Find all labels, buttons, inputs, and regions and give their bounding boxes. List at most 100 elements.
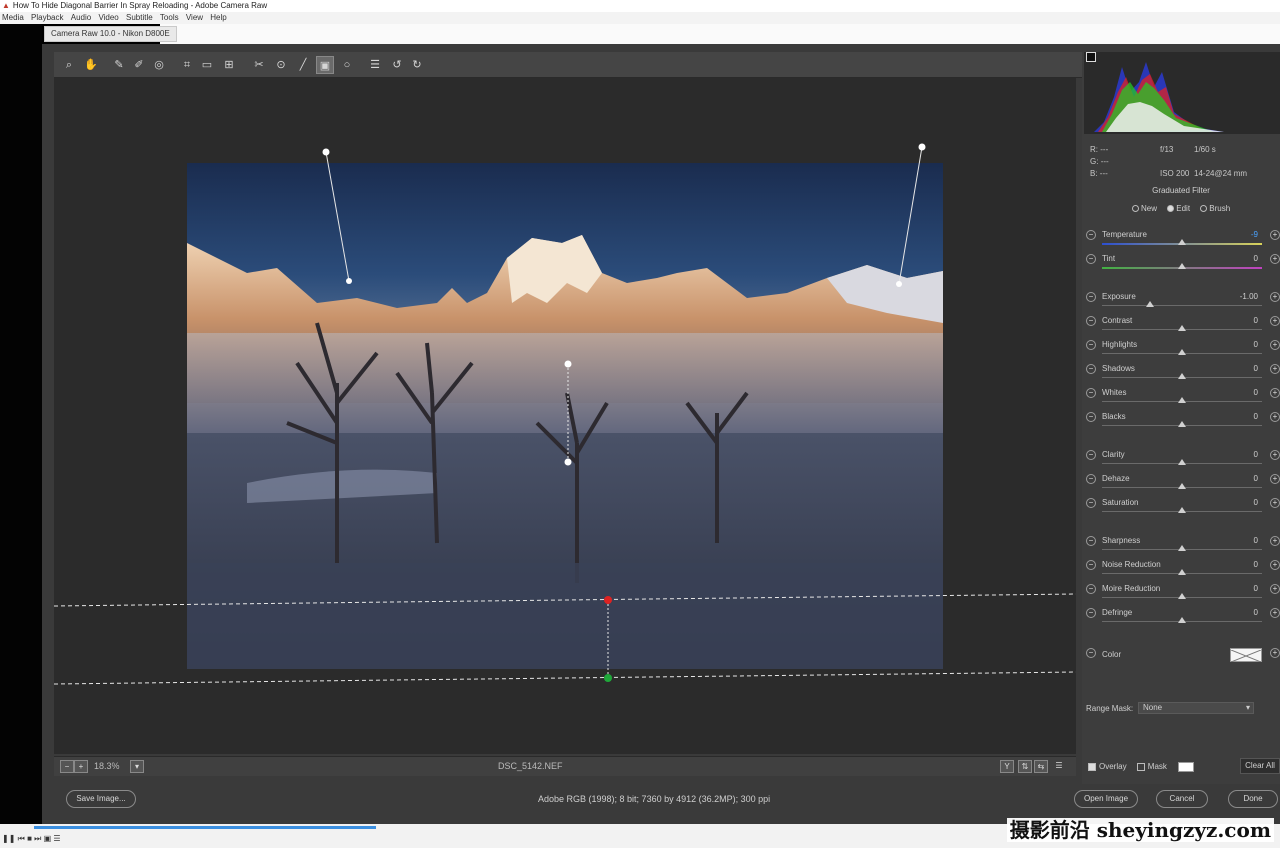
mode-brush[interactable]: Brush: [1200, 204, 1230, 213]
white-balance-tool-icon[interactable]: ✎: [110, 56, 128, 74]
slider-clarity[interactable]: − Clarity 0 +: [1082, 450, 1280, 474]
slider-tint[interactable]: − Tint 0 +: [1082, 254, 1280, 278]
preferences-icon[interactable]: ☰: [366, 56, 384, 74]
next-icon[interactable]: ⏭: [34, 834, 41, 843]
slider-defringe[interactable]: − Defringe 0 +: [1082, 608, 1280, 632]
mode-new[interactable]: New: [1132, 204, 1157, 213]
playlist-icon[interactable]: ☰: [53, 834, 60, 843]
decrease-icon[interactable]: −: [1086, 340, 1096, 350]
target-adjustment-tool-icon[interactable]: ◎: [150, 56, 168, 74]
slider-thumb[interactable]: [1178, 483, 1186, 489]
mask-checkbox[interactable]: Mask: [1136, 762, 1167, 771]
slider-value[interactable]: 0: [1218, 536, 1258, 545]
slider-temperature[interactable]: − Temperature -9 +: [1082, 230, 1280, 254]
zoom-tool-icon[interactable]: ⌕: [60, 56, 78, 74]
slider-thumb[interactable]: [1178, 239, 1186, 245]
previous-icon[interactable]: ⏮: [18, 834, 25, 843]
slider-thumb[interactable]: [1178, 397, 1186, 403]
shadow-clipping-icon[interactable]: [1086, 52, 1096, 62]
decrease-icon[interactable]: −: [1086, 254, 1096, 264]
decrease-icon[interactable]: −: [1086, 608, 1096, 618]
workflow-options-link[interactable]: Adobe RGB (1998); 8 bit; 7360 by 4912 (3…: [538, 794, 770, 804]
slider-thumb[interactable]: [1178, 507, 1186, 513]
increase-icon[interactable]: +: [1270, 498, 1280, 508]
slider-thumb[interactable]: [1178, 263, 1186, 269]
slider-sharpness[interactable]: − Sharpness 0 +: [1082, 536, 1280, 560]
slider-track[interactable]: [1102, 305, 1262, 306]
slider-blacks[interactable]: − Blacks 0 +: [1082, 412, 1280, 436]
zoom-dropdown-icon[interactable]: ▾: [130, 760, 144, 773]
slider-value[interactable]: 0: [1218, 340, 1258, 349]
clear-all-button[interactable]: Clear All: [1240, 758, 1280, 774]
slider-noise-reduction[interactable]: − Noise Reduction 0 +: [1082, 560, 1280, 584]
radial-filter-tool-icon[interactable]: ○: [338, 56, 356, 74]
crop-tool-icon[interactable]: ⌗: [178, 56, 196, 74]
increase-icon[interactable]: +: [1270, 230, 1280, 240]
slider-highlights[interactable]: − Highlights 0 +: [1082, 340, 1280, 364]
pause-icon[interactable]: ❚❚: [2, 834, 15, 843]
slider-thumb[interactable]: [1178, 569, 1186, 575]
slider-thumb[interactable]: [1178, 373, 1186, 379]
slider-whites[interactable]: − Whites 0 +: [1082, 388, 1280, 412]
slider-thumb[interactable]: [1178, 349, 1186, 355]
slider-value[interactable]: 0: [1218, 254, 1258, 263]
slider-value[interactable]: 0: [1218, 560, 1258, 569]
increase-icon[interactable]: +: [1270, 316, 1280, 326]
slider-thumb[interactable]: [1178, 593, 1186, 599]
menu-subtitle[interactable]: Subtitle: [126, 13, 153, 22]
stop-icon[interactable]: ■: [27, 834, 32, 843]
slider-exposure[interactable]: − Exposure -1.00 +: [1082, 292, 1280, 316]
decrease-icon[interactable]: −: [1086, 498, 1096, 508]
decrease-icon[interactable]: −: [1086, 560, 1096, 570]
increase-icon[interactable]: +: [1270, 450, 1280, 460]
copy-settings-button[interactable]: ⇆: [1034, 760, 1048, 773]
menu-help[interactable]: Help: [210, 13, 226, 22]
spot-removal-tool-icon[interactable]: ✂: [250, 56, 268, 74]
before-after-y-button[interactable]: Y: [1000, 760, 1014, 773]
mode-edit[interactable]: Edit: [1167, 204, 1190, 213]
rotate-right-icon[interactable]: ↻: [408, 56, 426, 74]
settings-menu-icon[interactable]: ☰: [1052, 760, 1066, 773]
decrease-icon[interactable]: −: [1086, 316, 1096, 326]
increase-icon[interactable]: +: [1270, 364, 1280, 374]
slider-shadows[interactable]: − Shadows 0 +: [1082, 364, 1280, 388]
before-after-toggle-button[interactable]: ⇅: [1018, 760, 1032, 773]
image-canvas[interactable]: [54, 78, 1076, 754]
slider-thumb[interactable]: [1178, 545, 1186, 551]
menu-video[interactable]: Video: [98, 13, 118, 22]
overlay-checkbox[interactable]: Overlay: [1088, 762, 1127, 771]
mask-color-swatch[interactable]: [1178, 762, 1194, 772]
cancel-button[interactable]: Cancel: [1156, 790, 1208, 808]
slider-thumb[interactable]: [1178, 459, 1186, 465]
color-swatch-picker[interactable]: [1230, 648, 1262, 663]
menu-media[interactable]: Media: [2, 13, 24, 22]
hand-tool-icon[interactable]: ✋: [82, 56, 100, 74]
slider-value[interactable]: 0: [1218, 388, 1258, 397]
increase-icon[interactable]: +: [1270, 560, 1280, 570]
transform-tool-icon[interactable]: ⊞: [220, 56, 238, 74]
playback-progress-bar[interactable]: [34, 826, 376, 829]
increase-icon[interactable]: +: [1270, 254, 1280, 264]
decrease-icon[interactable]: −: [1086, 364, 1096, 374]
graduated-filter-tool-icon[interactable]: ▣: [316, 56, 334, 74]
zoom-in-button[interactable]: +: [74, 760, 88, 773]
zoom-out-button[interactable]: −: [60, 760, 74, 773]
adjustment-brush-tool-icon[interactable]: ╱: [294, 56, 312, 74]
decrease-icon[interactable]: −: [1086, 450, 1096, 460]
slider-dehaze[interactable]: − Dehaze 0 +: [1082, 474, 1280, 498]
increase-icon[interactable]: +: [1270, 536, 1280, 546]
slider-value[interactable]: 0: [1218, 364, 1258, 373]
increase-icon[interactable]: +: [1270, 648, 1280, 658]
slider-thumb[interactable]: [1178, 421, 1186, 427]
increase-icon[interactable]: +: [1270, 412, 1280, 422]
slider-value[interactable]: 0: [1218, 412, 1258, 421]
color-sampler-tool-icon[interactable]: ✐: [130, 56, 148, 74]
slider-moire-reduction[interactable]: − Moire Reduction 0 +: [1082, 584, 1280, 608]
menu-audio[interactable]: Audio: [71, 13, 91, 22]
range-mask-select[interactable]: None ▾: [1138, 702, 1254, 714]
decrease-icon[interactable]: −: [1086, 230, 1096, 240]
decrease-icon[interactable]: −: [1086, 292, 1096, 302]
slider-thumb[interactable]: [1178, 325, 1186, 331]
decrease-icon[interactable]: −: [1086, 584, 1096, 594]
zoom-level[interactable]: 18.3%: [94, 761, 120, 771]
